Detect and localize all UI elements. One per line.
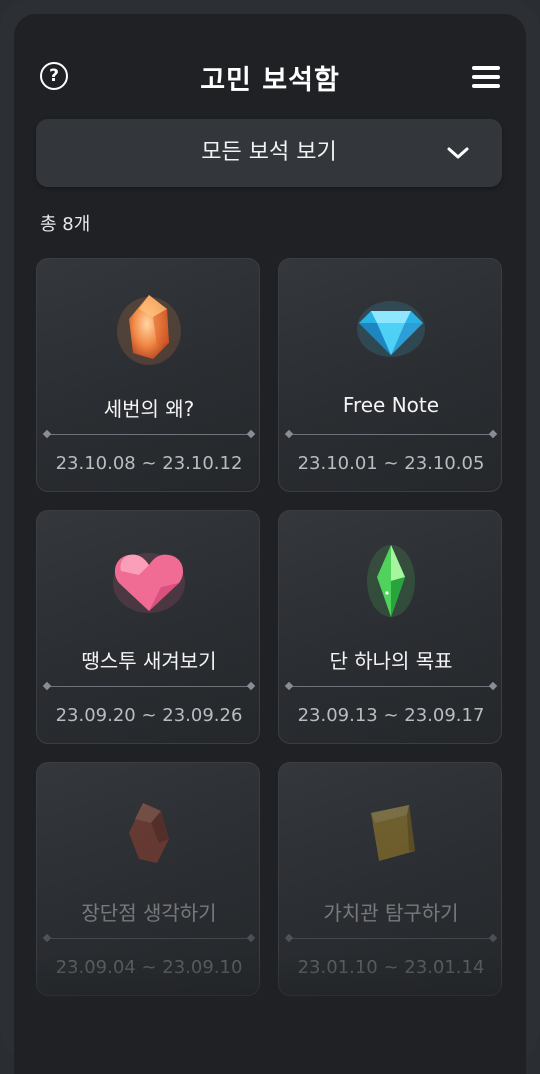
yellow-topaz-icon — [371, 805, 415, 861]
green-crystal-icon — [367, 545, 415, 617]
card-title: 땡스투 새겨보기 — [81, 649, 217, 673]
gem-filter-dropdown[interactable]: 모든 보석 보기 — [36, 119, 502, 187]
divider — [47, 686, 251, 687]
orange-crystal-icon — [117, 295, 181, 365]
card-date: 23.10.01 ~ 23.10.05 — [297, 453, 485, 474]
card-title: 장단점 생각하기 — [81, 901, 217, 925]
gem-card[interactable]: Free Note 23.10.01 ~ 23.10.05 — [278, 258, 502, 492]
gem-card[interactable]: 땡스투 새겨보기 23.09.20 ~ 23.09.26 — [36, 510, 260, 744]
page-title: 고민 보석함 — [200, 65, 340, 96]
hamburger-menu-icon[interactable] — [472, 66, 500, 88]
divider — [289, 434, 493, 435]
gem-count: 총 8개 — [40, 214, 91, 235]
divider — [47, 434, 251, 435]
app-screen: ? 고민 보석함 모든 보석 보기 총 8개 세번의 왜? 23.10.08 ~… — [14, 14, 526, 1074]
blue-diamond-icon — [357, 301, 425, 357]
card-title: Free Note — [342, 393, 440, 417]
chevron-down-icon — [447, 147, 469, 159]
card-date: 23.10.08 ~ 23.10.12 — [55, 453, 243, 474]
device-frame: ? 고민 보석함 모든 보석 보기 총 8개 세번의 왜? 23.10.08 ~… — [0, 0, 540, 1074]
card-date: 23.09.20 ~ 23.09.26 — [55, 705, 243, 726]
divider — [289, 686, 493, 687]
pink-heart-gem-icon — [113, 553, 185, 613]
gem-card[interactable]: 단 하나의 목표 23.09.13 ~ 23.09.17 — [278, 510, 502, 744]
red-stone-icon — [129, 803, 169, 863]
card-title: 세번의 왜? — [103, 397, 195, 421]
card-title: 단 하나의 목표 — [329, 649, 453, 673]
app-header: ? 고민 보석함 — [14, 14, 526, 134]
card-title: 가치관 탐구하기 — [323, 901, 459, 925]
card-date: 23.09.13 ~ 23.09.17 — [297, 705, 485, 726]
divider — [289, 938, 493, 939]
gem-card[interactable]: 세번의 왜? 23.10.08 ~ 23.10.12 — [36, 258, 260, 492]
divider — [47, 938, 251, 939]
card-date: 23.09.04 ~ 23.09.10 — [55, 957, 243, 978]
gem-card[interactable]: 장단점 생각하기 23.09.04 ~ 23.09.10 — [36, 762, 260, 996]
filter-label: 모든 보석 보기 — [201, 140, 337, 165]
card-date: 23.01.10 ~ 23.01.14 — [297, 957, 485, 978]
gem-card[interactable]: 가치관 탐구하기 23.01.10 ~ 23.01.14 — [278, 762, 502, 996]
